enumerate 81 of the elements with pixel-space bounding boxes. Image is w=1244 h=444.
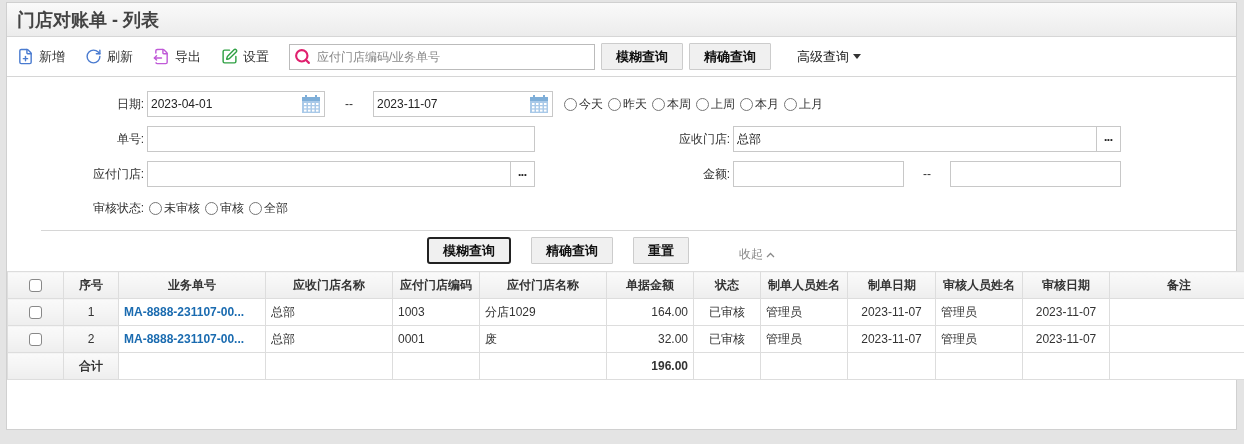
- export-file-icon: [153, 48, 170, 65]
- field-label: 应付门店:: [91, 165, 144, 183]
- date-range-option[interactable]: 今天: [564, 95, 603, 113]
- add-file-icon: [17, 48, 34, 65]
- column-header: 单据金额: [606, 271, 694, 299]
- audit-status-option[interactable]: 全部: [249, 200, 288, 217]
- search-field[interactable]: 应付门店编码/业务单号: [289, 43, 595, 70]
- settings-button[interactable]: 设置: [221, 47, 269, 66]
- form-button[interactable]: 重置: [633, 237, 689, 264]
- paying-store-field[interactable]: [147, 161, 535, 187]
- table-cell: 2023-11-07: [847, 298, 936, 326]
- column-header: 制单人员姓名: [760, 271, 848, 299]
- field-label: 审核状态:: [91, 200, 144, 217]
- order-link[interactable]: MA-8888-231107-00...: [118, 325, 266, 353]
- table-cell: 管理员: [760, 298, 848, 326]
- date-range-option[interactable]: 上周: [696, 95, 735, 113]
- query-button[interactable]: 精确查询: [689, 43, 771, 70]
- column-header: 应收门店名称: [265, 271, 393, 299]
- audit-status-option[interactable]: 未审核: [149, 200, 200, 217]
- table-cell: 164.00: [606, 298, 694, 326]
- table-cell: 已审核: [693, 298, 761, 326]
- row-checkbox[interactable]: [29, 306, 42, 320]
- chevron-up-icon: [766, 251, 775, 258]
- date-range-option[interactable]: 本月: [740, 95, 779, 113]
- field-label: 应收门店:: [677, 130, 730, 148]
- column-header: 应付门店编码: [392, 271, 480, 299]
- caret-icon: [853, 54, 861, 59]
- edit-icon: [221, 48, 238, 65]
- column-header: 制单日期: [847, 271, 936, 299]
- row-checkbox[interactable]: [29, 333, 42, 347]
- advanced-query-dropdown[interactable]: 高级查询: [791, 46, 867, 67]
- column-header: 序号: [63, 271, 119, 299]
- date-from-field[interactable]: 2023-04-01: [147, 91, 325, 117]
- date-to-field[interactable]: 2023-11-07: [373, 91, 553, 117]
- collapse-link[interactable]: 收起: [739, 246, 775, 263]
- column-header: 业务单号: [118, 271, 266, 299]
- table-cell: 管理员: [935, 298, 1023, 326]
- query-button[interactable]: 模糊查询: [601, 43, 683, 70]
- refresh-icon: [85, 48, 102, 65]
- search-icon: [294, 48, 311, 65]
- order-link[interactable]: MA-8888-231107-00...: [118, 298, 266, 326]
- range-separator: --: [344, 97, 354, 111]
- table-cell: 总部: [265, 298, 393, 326]
- field-label: 金额:: [701, 165, 730, 183]
- page-title: 门店对账单 - 列表: [17, 8, 159, 32]
- column-header: 审核日期: [1022, 271, 1110, 299]
- calendar-icon[interactable]: [529, 94, 549, 114]
- table-cell: 2023-11-07: [1022, 325, 1110, 353]
- table-cell: 分店1029: [479, 298, 607, 326]
- amount-to-field[interactable]: [950, 161, 1121, 187]
- table-cell: 2023-11-07: [1022, 298, 1110, 326]
- table-cell: 管理员: [935, 325, 1023, 353]
- table-cell: 废: [479, 325, 607, 353]
- table-cell: 1003: [392, 298, 480, 326]
- range-separator: --: [922, 167, 932, 181]
- add-button[interactable]: 新增: [17, 47, 65, 66]
- form-button[interactable]: 模糊查询: [427, 237, 511, 264]
- table-cell: 已审核: [693, 325, 761, 353]
- column-header: 审核人员姓名: [935, 271, 1023, 299]
- column-header: 状态: [693, 271, 761, 299]
- table-cell: 2023-11-07: [847, 325, 936, 353]
- refresh-button[interactable]: 刷新: [85, 47, 133, 66]
- table-cell: 32.00: [606, 325, 694, 353]
- field-label: 日期:: [115, 95, 144, 113]
- export-button[interactable]: 导出: [153, 47, 201, 66]
- field-label: 单号:: [115, 130, 144, 148]
- audit-status-option[interactable]: 审核: [205, 200, 244, 217]
- total-amount: 196.00: [606, 352, 694, 380]
- calendar-icon[interactable]: [301, 94, 321, 114]
- date-range-option[interactable]: 本周: [652, 95, 691, 113]
- form-button[interactable]: 精确查询: [531, 237, 613, 264]
- date-range-option[interactable]: 上月: [784, 95, 823, 113]
- table-cell: 管理员: [760, 325, 848, 353]
- date-range-option[interactable]: 昨天: [608, 95, 647, 113]
- table-cell: 0001: [392, 325, 480, 353]
- column-header: 备注: [1109, 271, 1244, 299]
- select-all-checkbox[interactable]: [29, 279, 42, 293]
- amount-from-field[interactable]: [733, 161, 904, 187]
- table-cell: 总部: [265, 325, 393, 353]
- column-header: 应付门店名称: [479, 271, 607, 299]
- order-number-field[interactable]: [147, 126, 535, 152]
